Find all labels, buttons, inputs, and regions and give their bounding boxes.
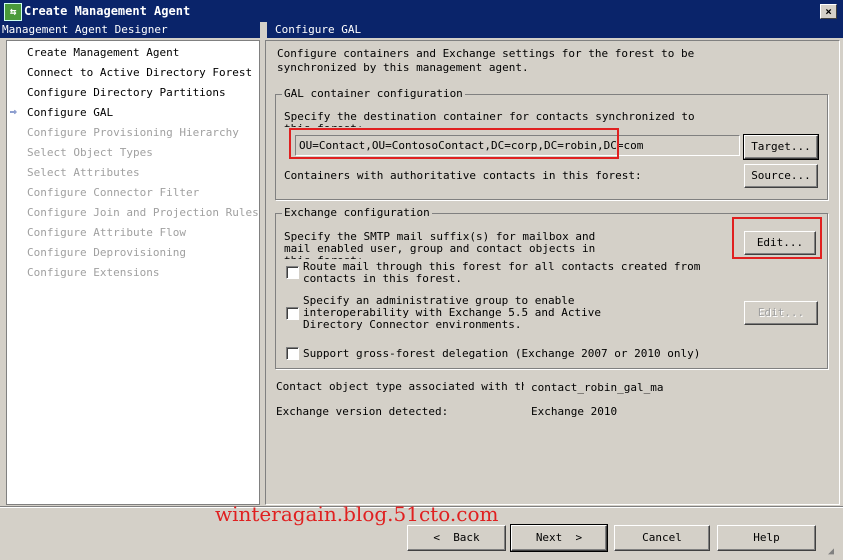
gal-legend: GAL container configuration xyxy=(282,87,465,100)
agent-icon: ⇆ xyxy=(4,3,22,21)
gal-desc-1: Specify the destination container for co… xyxy=(284,110,695,123)
sidebar-item: Configure Attribute Flow xyxy=(27,226,186,239)
cancel-button[interactable]: Cancel xyxy=(614,525,710,551)
target-button-label: Target... xyxy=(751,140,811,153)
page-title: Configure GAL xyxy=(267,22,843,38)
gal-desc-2: this forest: xyxy=(284,123,363,127)
exchange-config-group: Exchange configuration Specify the SMTP … xyxy=(275,206,828,369)
contact-type-label: Contact object type associated with this… xyxy=(276,381,524,393)
back-button[interactable]: < Back xyxy=(407,525,506,551)
highlight-box xyxy=(289,128,619,159)
sidebar-item: Select Object Types xyxy=(27,146,153,159)
target-button[interactable]: Target... xyxy=(743,134,819,160)
gross-forest-label: Support gross-forest delegation (Exchang… xyxy=(303,347,701,360)
next-label: Next xyxy=(535,531,563,544)
help-button[interactable]: Help xyxy=(717,525,816,551)
exchange-legend: Exchange configuration xyxy=(282,206,432,219)
containers-label: Containers with authoritative contacts i… xyxy=(284,169,642,182)
back-label: Back xyxy=(453,531,480,544)
intro-text-2: synchronized by this management agent. xyxy=(277,61,529,74)
smtp-desc-3: this forest: xyxy=(284,255,363,259)
resize-grip-icon[interactable]: ◢ xyxy=(828,546,834,557)
next-arrow-icon: > xyxy=(562,531,583,544)
admin-edit-button[interactable]: Edit... xyxy=(744,301,818,325)
window-title: Create Management Agent xyxy=(24,4,191,18)
current-step-arrow-icon: ⇨ xyxy=(10,105,17,118)
contact-type-value: contact_robin_gal_ma xyxy=(531,381,664,394)
close-button[interactable]: × xyxy=(820,4,837,19)
sidebar-item: Configure Join and Projection Rules xyxy=(27,206,259,219)
sidebar-item[interactable]: Create Management Agent xyxy=(27,46,179,59)
smtp-desc-2: mail enabled user, group and contact obj… xyxy=(284,242,596,255)
exchange-version-value: Exchange 2010 xyxy=(531,405,618,418)
admin-group-checkbox[interactable] xyxy=(286,307,299,320)
next-button[interactable]: Next > xyxy=(510,524,608,552)
gal-container-group: GAL container configuration Specify the … xyxy=(275,87,828,200)
intro-text-1: Configure containers and Exchange settin… xyxy=(277,47,695,60)
exchange-version-label: Exchange version detected: xyxy=(276,405,449,418)
sidebar-item: Select Attributes xyxy=(27,166,140,179)
sidebar-header: Management Agent Designer xyxy=(0,22,260,38)
title-bar: ⇆ Create Management Agent × xyxy=(0,0,843,22)
configure-gal-panel: Configure containers and Exchange settin… xyxy=(265,40,840,505)
sidebar-item: Configure Provisioning Hierarchy xyxy=(27,126,239,139)
sidebar-item[interactable]: Connect to Active Directory Forest xyxy=(27,66,252,79)
sidebar-item: Configure Connector Filter xyxy=(27,186,200,199)
route-mail-checkbox[interactable] xyxy=(286,266,299,279)
sidebar-item[interactable]: Configure GAL xyxy=(27,106,113,119)
route-mail-label-2: contacts in this forest. xyxy=(303,272,462,285)
sidebar-item: Configure Deprovisioning xyxy=(27,246,186,259)
back-arrow-icon: < xyxy=(433,531,454,544)
admin-group-label-3: Directory Connector environments. xyxy=(303,318,522,331)
highlight-box xyxy=(732,217,822,259)
gross-forest-checkbox[interactable] xyxy=(286,347,299,360)
watermark: winteragain.blog.51cto.com xyxy=(215,502,499,526)
sidebar-item[interactable]: Configure Directory Partitions xyxy=(27,86,226,99)
sidebar-item: Configure Extensions xyxy=(27,266,160,279)
source-button[interactable]: Source... xyxy=(744,164,818,188)
designer-step-list: Create Management Agent Connect to Active… xyxy=(6,40,260,505)
